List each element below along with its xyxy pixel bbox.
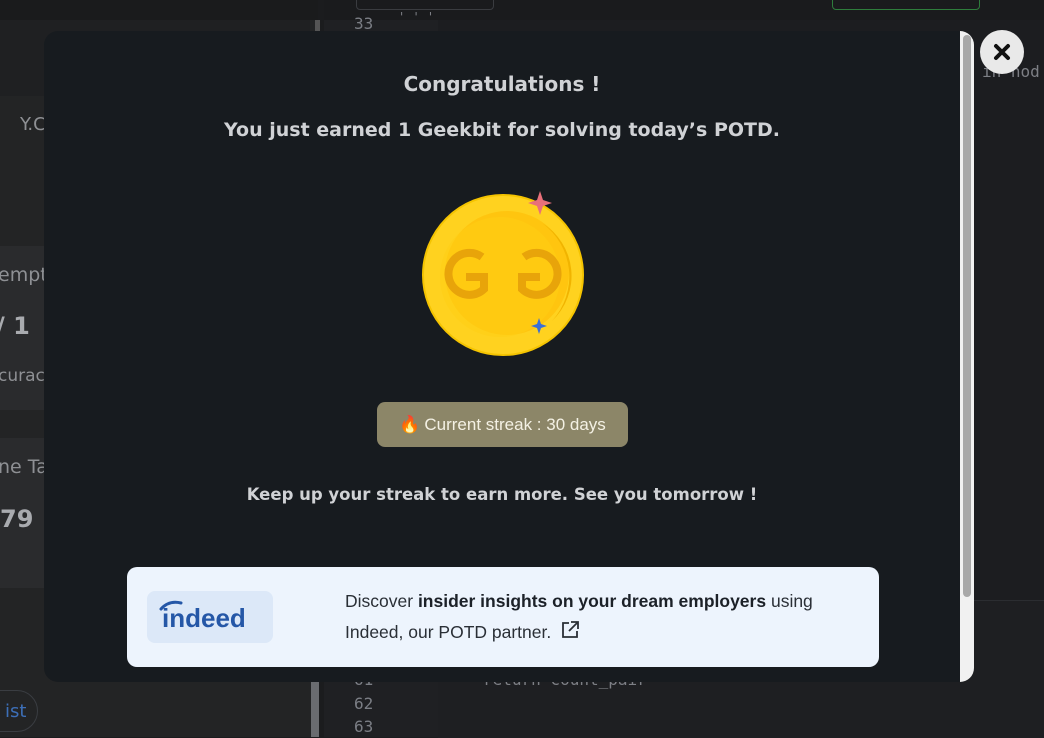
close-button[interactable] [980,30,1024,74]
streak-label: Current streak : 30 days [424,414,606,434]
background-button [356,0,494,10]
background-topbar [0,0,318,20]
modal-scrollbar-thumb[interactable] [963,35,971,597]
background-label: empt [0,264,48,286]
close-icon [994,44,1010,60]
encouragement-text: Keep up your streak to earn more. See yo… [246,485,758,504]
geekbit-coin-icon [422,189,592,359]
background-label: ne Ta [0,456,48,478]
line-number: 63 [354,717,374,736]
modal-scrollbar[interactable] [960,31,974,682]
modal-title: Congratulations ! [403,72,601,96]
partner-text-bold: insider insights on your dream employers [417,591,767,611]
code-fragment: ' ' ' [398,10,435,24]
background-pill-button: ist [0,690,38,732]
potd-success-modal: Congratulations ! You just earned 1 Geek… [44,31,974,682]
line-number: 62 [354,694,374,713]
partner-text-before: Discover [345,591,418,611]
fire-icon: 🔥 [399,414,421,434]
streak-badge: 🔥 Current streak : 30 days [377,402,628,447]
partner-description: Discover insider insights on your dream … [345,586,865,650]
modal-subtitle: You just earned 1 Geekbit for solving to… [224,119,780,141]
background-value: 79 [0,505,34,533]
indeed-logo-text: indeed [162,603,246,633]
indeed-logo[interactable]: indeed [147,591,273,643]
background-label: Y.C [20,114,46,135]
partner-banner[interactable]: indeed Discover insider insights on your… [127,567,879,667]
external-link-icon[interactable] [560,619,580,650]
background-submit-button [832,0,980,10]
background-value: / 1 [0,312,30,340]
